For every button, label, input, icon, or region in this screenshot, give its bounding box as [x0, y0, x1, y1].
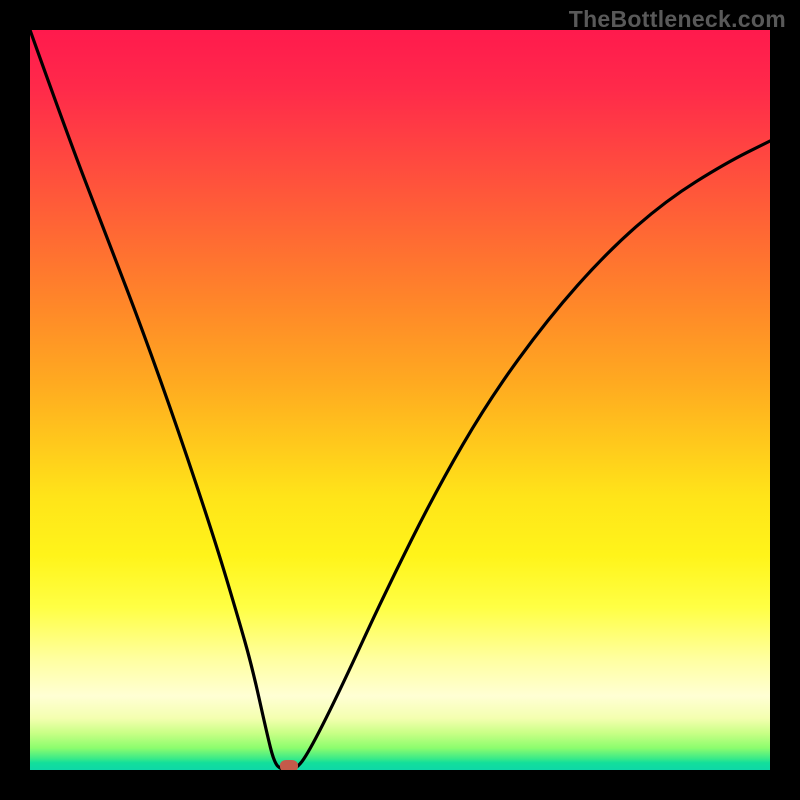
watermark-text: TheBottleneck.com — [569, 6, 786, 33]
plot-area — [30, 30, 770, 770]
optimum-marker — [280, 760, 298, 770]
chart-frame: TheBottleneck.com — [0, 0, 800, 800]
bottleneck-curve — [30, 30, 770, 770]
curve-svg — [30, 30, 770, 770]
